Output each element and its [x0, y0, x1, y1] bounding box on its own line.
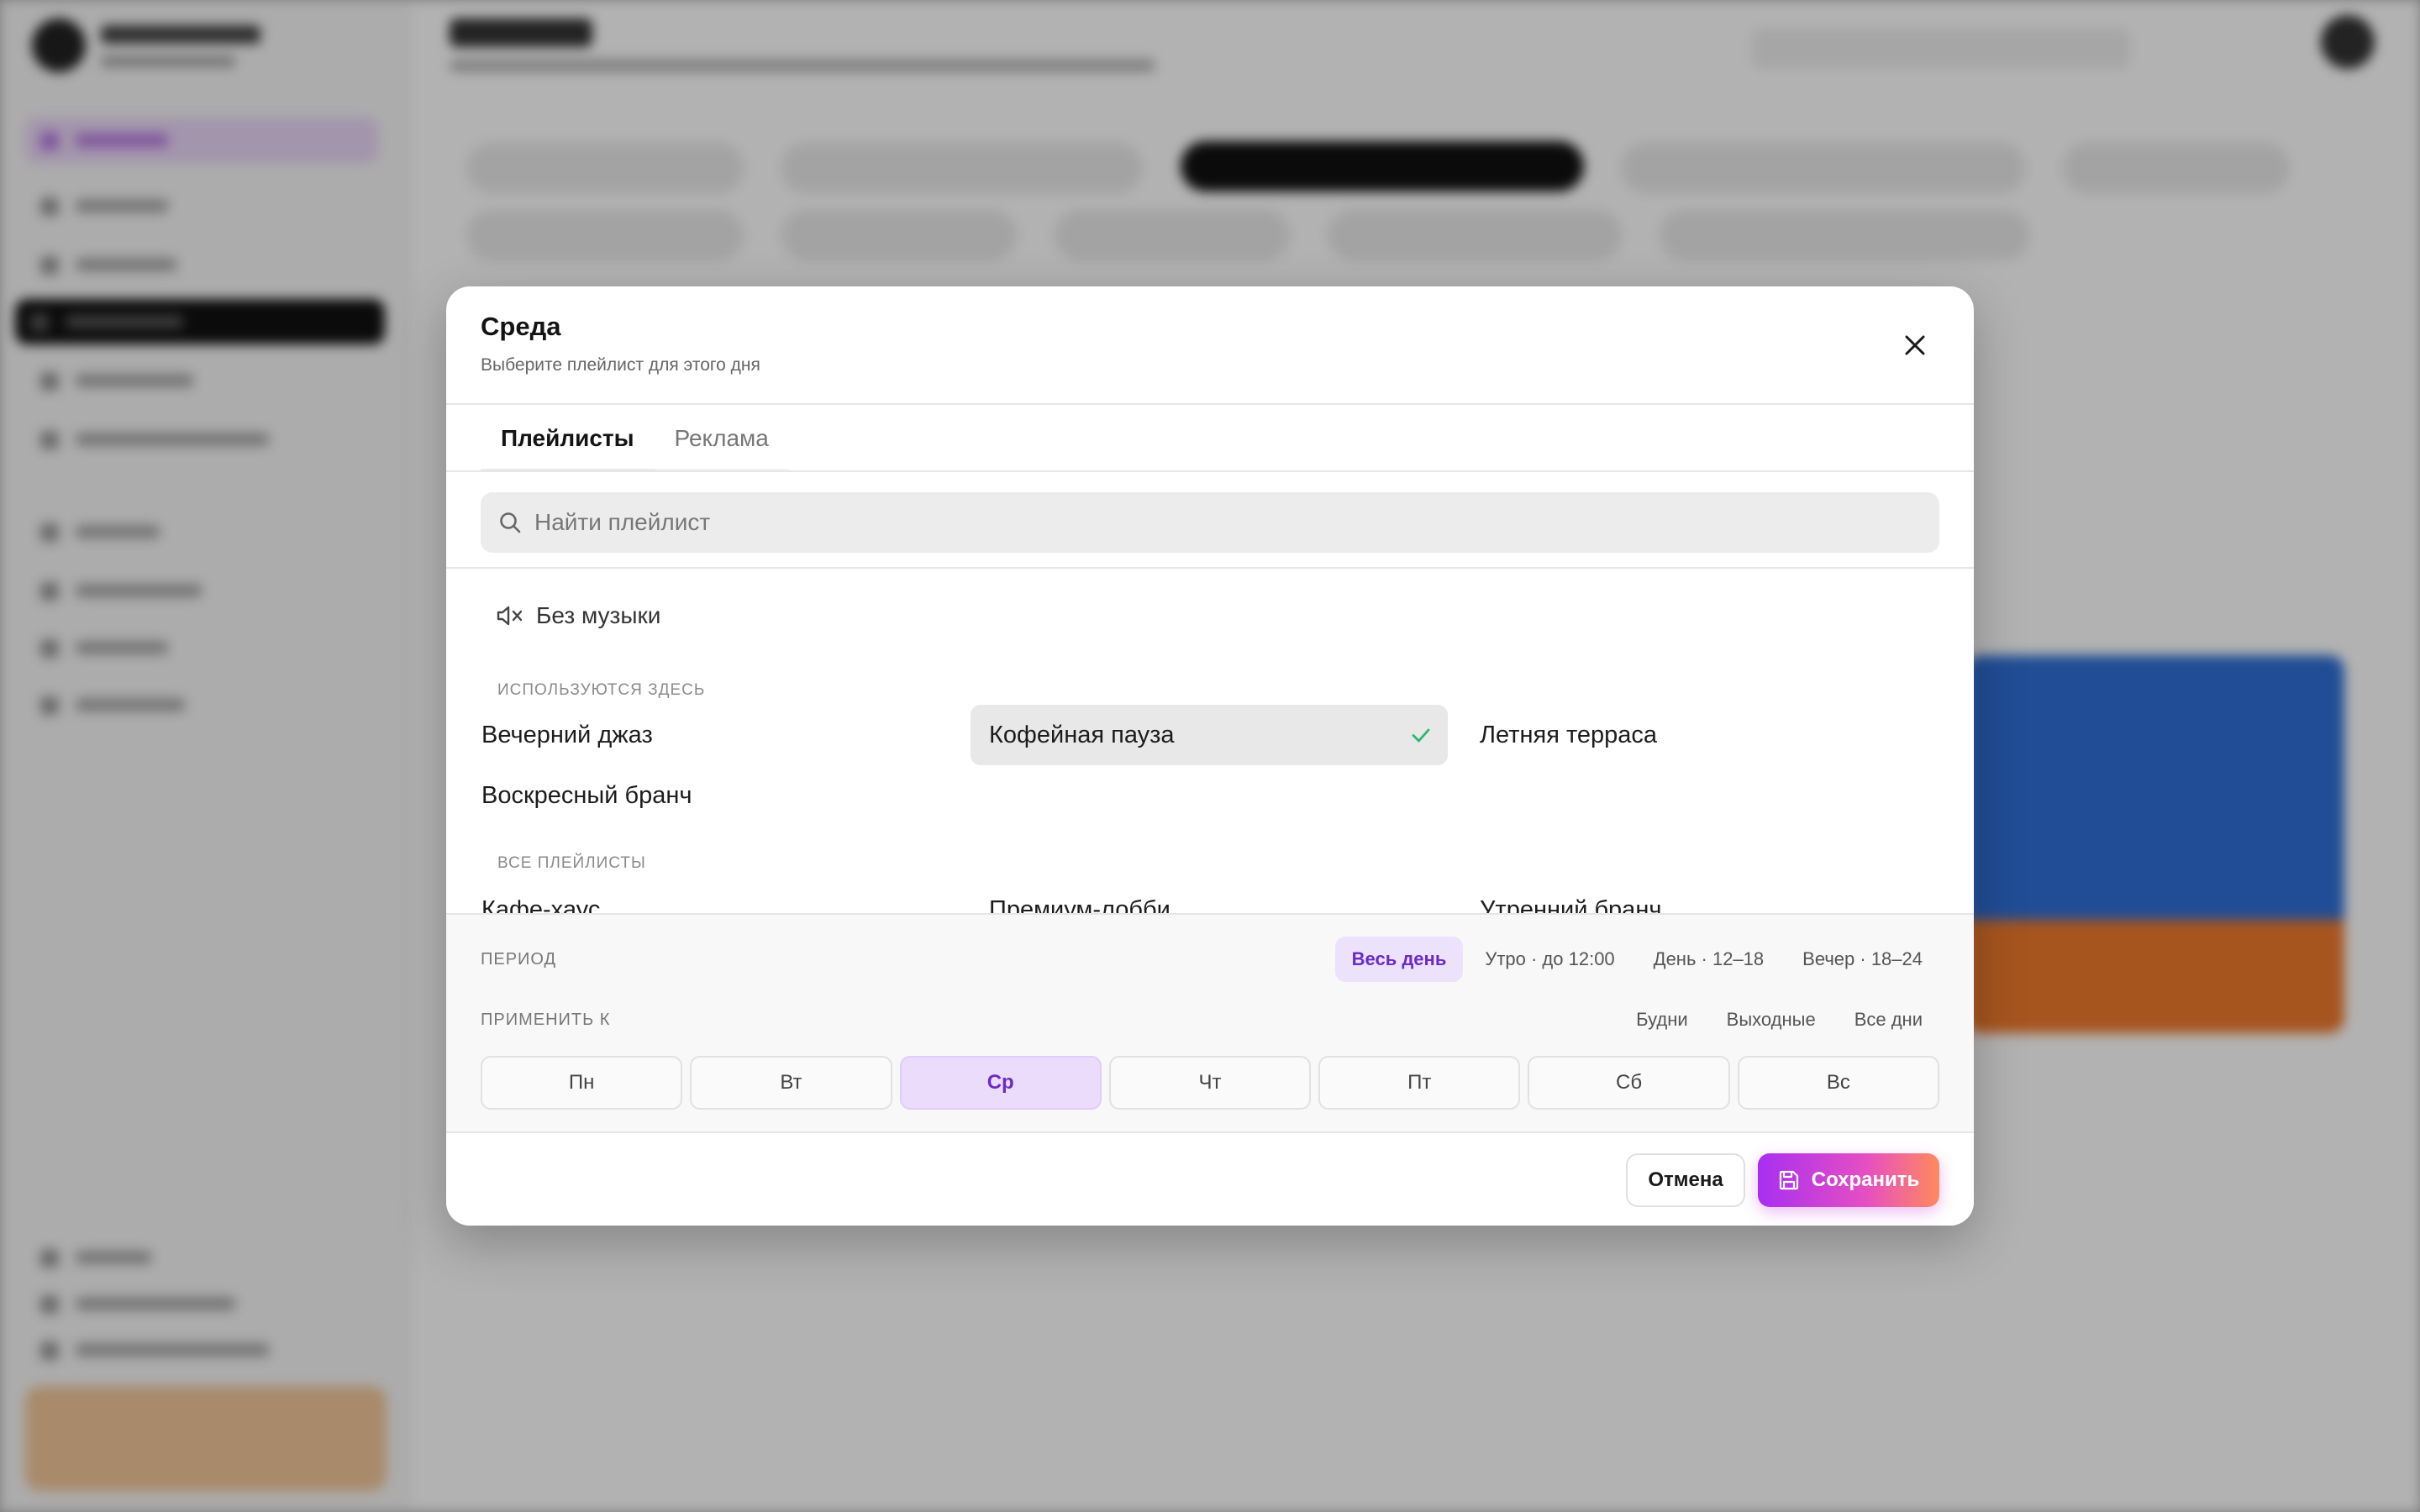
day-tue[interactable]: Вт	[690, 1056, 892, 1110]
playlist-list: Без музыки Используются здесь Вечерний д…	[446, 569, 1974, 913]
playlist-item[interactable]: Вечерний джаз	[463, 705, 940, 765]
section-used-here: Используются здесь	[497, 681, 706, 699]
day-fri[interactable]: Пт	[1318, 1056, 1521, 1110]
day-sun[interactable]: Вс	[1737, 1056, 1939, 1110]
playlist-item[interactable]: Премиум-лобби	[971, 879, 1448, 914]
period-option-day[interactable]: День · 12–18	[1637, 937, 1781, 982]
playlist-name: Вечерний джаз	[481, 721, 653, 748]
playlist-name: Премиум-лобби	[989, 895, 1171, 914]
dialog-footer: Отмена Сохранить	[446, 1131, 1974, 1226]
floppy-disk-icon	[1779, 1170, 1798, 1190]
search-icon	[497, 510, 523, 535]
playlist-item[interactable]: Летняя терраса	[1461, 705, 1939, 765]
playlist-name: Утренний бранч	[1480, 895, 1662, 914]
speaker-mute-icon	[497, 606, 523, 626]
playlist-dialog: Среда Выберите плейлист для этого дня Пл…	[446, 286, 1974, 1226]
cancel-button[interactable]: Отмена	[1626, 1153, 1745, 1207]
tabs-divider	[446, 470, 1974, 472]
header-divider	[446, 403, 1974, 405]
search-input[interactable]	[534, 509, 1879, 536]
period-option-morning[interactable]: Утро · до 12:00	[1468, 937, 1631, 982]
dialog-header: Среда Выберите плейлист для этого дня	[446, 286, 1974, 404]
section-all-playlists: Все плейлисты	[497, 854, 646, 872]
day-sat[interactable]: Сб	[1528, 1056, 1730, 1110]
tab-ads[interactable]: Реклама	[654, 406, 790, 471]
day-wed[interactable]: Ср	[899, 1056, 1102, 1110]
close-button[interactable]	[1895, 325, 1935, 365]
schedule-settings: Период Весь день Утро · до 12:00 День · …	[446, 913, 1974, 1131]
period-option-evening[interactable]: Вечер · 18–24	[1786, 937, 1939, 982]
no-music-option[interactable]: Без музыки	[496, 602, 660, 629]
period-option-all-day[interactable]: Весь день	[1334, 937, 1464, 982]
period-options: Весь день Утро · до 12:00 День · 12–18 В…	[1334, 937, 1939, 982]
save-button[interactable]: Сохранить	[1758, 1153, 1939, 1207]
apply-to-label: Применить к	[481, 1011, 611, 1029]
apply-to-options: Будни Выходные Все дни	[1619, 997, 1939, 1042]
playlist-name: Кафе-хаус	[481, 895, 601, 914]
playlist-search	[481, 492, 1939, 553]
playlist-item[interactable]: Утренний бранч	[1461, 879, 1939, 914]
apply-weekends[interactable]: Выходные	[1710, 997, 1833, 1042]
tab-label: Реклама	[674, 425, 769, 451]
tab-label: Плейлисты	[501, 425, 634, 451]
playlist-name: Кофейная пауза	[989, 721, 1175, 748]
day-thu[interactable]: Чт	[1108, 1056, 1312, 1110]
apply-all-days[interactable]: Все дни	[1838, 997, 1939, 1042]
dialog-title: Среда	[481, 312, 561, 341]
day-selector: Пн Вт Ср Чт Пт Сб Вс	[481, 1056, 1939, 1110]
dialog-subtitle: Выберите плейлист для этого дня	[481, 355, 760, 375]
playlist-item[interactable]: Кафе-хаус	[463, 879, 940, 914]
period-label: Период	[481, 950, 557, 969]
no-music-label: Без музыки	[536, 602, 661, 628]
close-icon	[1905, 335, 1925, 355]
playlist-item[interactable]: Воскресный бранч	[463, 765, 940, 826]
playlist-item-selected[interactable]: Кофейная пауза	[971, 705, 1448, 765]
settings-divider	[446, 913, 1974, 915]
dialog-tabs: Плейлисты Реклама	[481, 406, 790, 471]
check-icon	[1412, 728, 1430, 743]
tab-playlists[interactable]: Плейлисты	[481, 406, 655, 471]
save-button-label: Сохранить	[1811, 1168, 1920, 1191]
apply-weekdays[interactable]: Будни	[1619, 997, 1705, 1042]
day-mon[interactable]: Пн	[481, 1056, 683, 1110]
playlist-name: Воскресный бранч	[481, 781, 692, 809]
playlist-name: Летняя терраса	[1480, 721, 1658, 748]
